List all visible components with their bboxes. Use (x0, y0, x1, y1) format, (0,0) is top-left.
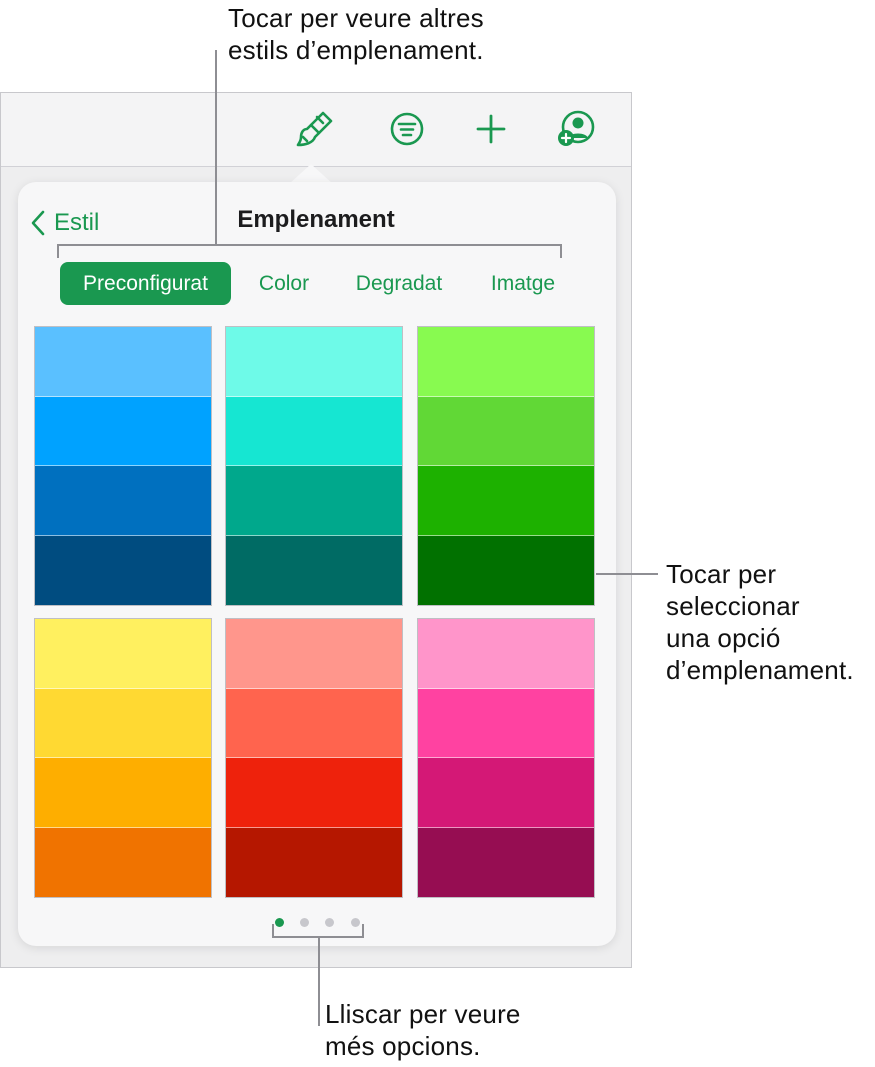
page-dot[interactable] (300, 918, 309, 927)
collaborate-icon[interactable] (553, 107, 597, 151)
swatch-stripe (226, 688, 402, 758)
callout-line-right (596, 573, 658, 575)
fill-swatch-teal[interactable] (225, 326, 403, 606)
swatch-stripe (226, 466, 402, 536)
swatch-stripe (418, 327, 594, 397)
swatch-stripe (35, 466, 211, 536)
swatch-stripe (418, 827, 594, 897)
swatch-stripe (35, 535, 211, 605)
swatch-stripe (226, 827, 402, 897)
paintbrush-icon[interactable] (293, 107, 337, 151)
callout-swipe: Lliscar per veure més opcions. (325, 999, 521, 1061)
callout-bracket-right (560, 244, 562, 258)
callout-bracket-left (57, 244, 59, 258)
swatch-stripe (226, 396, 402, 466)
swatch-stripe (418, 619, 594, 689)
callout-bracket-top (57, 244, 562, 246)
swatch-stripe (226, 535, 402, 605)
swatch-stripe (35, 758, 211, 828)
format-icon[interactable] (385, 107, 429, 151)
tab-degradat[interactable]: Degradat (340, 262, 458, 305)
tab-color[interactable]: Color (246, 262, 322, 305)
swatch-stripe (226, 327, 402, 397)
swatch-stripe (226, 619, 402, 689)
swatch-stripe (35, 827, 211, 897)
callout-line-top (215, 50, 217, 245)
callout-bracket-bottom-left (272, 924, 274, 937)
popover-arrow (289, 164, 333, 184)
popover-title: Emplenament (237, 206, 395, 233)
callout-fill-styles: Tocar per veure altres estils d’emplenam… (228, 3, 484, 65)
fill-swatch-red[interactable] (225, 618, 403, 898)
swatch-stripe (35, 688, 211, 758)
page-dot[interactable] (325, 918, 334, 927)
fill-swatch-blue[interactable] (34, 326, 212, 606)
swatch-stripe (35, 396, 211, 466)
callout-select-fill: Tocar per seleccionar una opció d’emplen… (666, 559, 854, 685)
tab-preconfigurat[interactable]: Preconfigurat (60, 262, 231, 305)
callout-line-bottom (318, 936, 320, 1026)
tab-imatge[interactable]: Imatge (476, 262, 570, 305)
swatch-stripe (226, 758, 402, 828)
swatch-stripe (418, 688, 594, 758)
fill-swatch-yellow[interactable] (34, 618, 212, 898)
add-icon[interactable] (469, 107, 513, 151)
swatch-stripe (418, 466, 594, 536)
swatch-stripe (35, 327, 211, 397)
swatch-stripe (418, 758, 594, 828)
fill-swatch-pink[interactable] (417, 618, 595, 898)
toolbar (1, 93, 631, 167)
fill-swatch-green[interactable] (417, 326, 595, 606)
callout-bracket-bottom-right (362, 924, 364, 937)
swatch-stripe (418, 535, 594, 605)
swatch-stripe (418, 396, 594, 466)
page-dot[interactable] (351, 918, 360, 927)
swatch-stripe (35, 619, 211, 689)
page-dot[interactable] (275, 918, 284, 927)
